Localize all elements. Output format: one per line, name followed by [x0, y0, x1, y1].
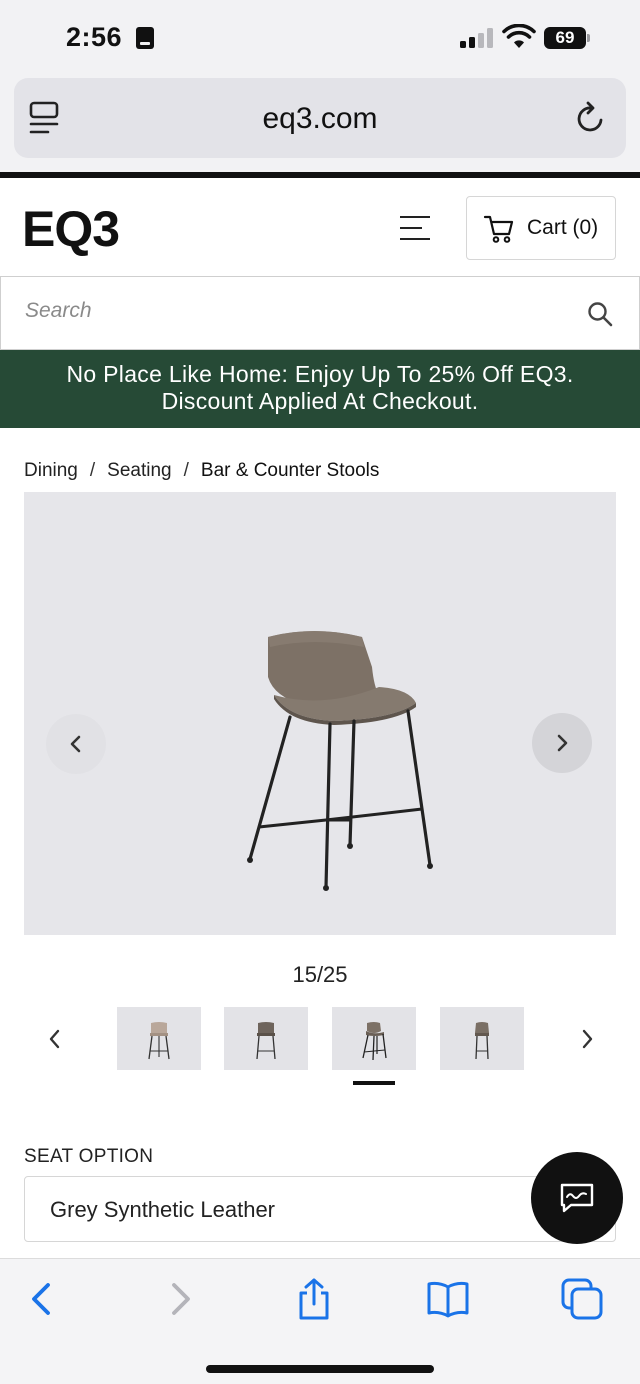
- cart-label: Cart (0): [527, 216, 599, 239]
- forward-icon[interactable]: [158, 1277, 202, 1321]
- book-icon: [136, 27, 154, 49]
- breadcrumb-item-dining[interactable]: Dining: [24, 460, 78, 482]
- search-input[interactable]: Search: [25, 299, 92, 323]
- breadcrumb-item-seating[interactable]: Seating: [107, 460, 171, 482]
- chat-icon: [560, 1183, 594, 1213]
- reload-icon[interactable]: [574, 100, 608, 136]
- bookmarks-icon[interactable]: [426, 1277, 470, 1321]
- breadcrumb-item-current[interactable]: Bar & Counter Stools: [201, 460, 379, 482]
- seat-option-label: SEAT OPTION: [24, 1146, 154, 1167]
- cart-icon: [483, 215, 514, 243]
- promo-banner[interactable]: No Place Like Home: Enjoy Up To 25% Off …: [0, 350, 640, 428]
- chat-button[interactable]: [531, 1152, 623, 1244]
- product-image-main[interactable]: [24, 492, 616, 935]
- back-icon[interactable]: [20, 1277, 64, 1321]
- status-bar: 2:56 69: [0, 0, 640, 76]
- image-next-button[interactable]: [532, 713, 592, 773]
- browser-address-area: eq3.com: [0, 76, 640, 172]
- seat-option-value: Grey Synthetic Leather: [50, 1197, 276, 1222]
- search-icon[interactable]: [587, 301, 613, 327]
- site-header: EQ3 Cart (0): [0, 178, 640, 276]
- search-field[interactable]: Search: [0, 276, 640, 350]
- image-prev-button[interactable]: [46, 714, 106, 774]
- share-icon[interactable]: [292, 1277, 336, 1321]
- browser-toolbar: [0, 1258, 640, 1384]
- chevron-right-icon: [557, 734, 568, 752]
- battery-level: 69: [544, 27, 586, 49]
- thumbnail-item[interactable]: [440, 1007, 524, 1070]
- breadcrumb-separator: /: [89, 460, 96, 481]
- address-bar[interactable]: eq3.com: [14, 78, 626, 158]
- promo-line-1: No Place Like Home: Enjoy Up To 25% Off …: [66, 361, 574, 387]
- signal-icon: [460, 28, 494, 48]
- image-counter: 15/25: [292, 962, 348, 987]
- wifi-icon: [502, 24, 536, 48]
- status-time: 2:56: [66, 22, 123, 52]
- thumbnail-next-icon[interactable]: [576, 1026, 598, 1052]
- cart-button[interactable]: Cart (0): [466, 196, 616, 260]
- menu-icon[interactable]: [400, 216, 430, 240]
- product-stool-image: [247, 631, 433, 891]
- breadcrumb-separator: /: [183, 460, 189, 481]
- thumbnail-item[interactable]: [117, 1007, 201, 1070]
- thumbnail-prev-icon[interactable]: [44, 1026, 66, 1052]
- promo-line-2: Discount Applied At Checkout.: [161, 388, 479, 414]
- logo[interactable]: EQ3: [22, 200, 120, 258]
- chevron-left-icon: [70, 735, 81, 753]
- battery-icon: 69: [544, 27, 590, 49]
- tabs-icon[interactable]: [560, 1277, 604, 1321]
- thumbnail-active-indicator: [353, 1081, 395, 1085]
- home-indicator: [206, 1365, 434, 1373]
- thumbnail-item-active[interactable]: [332, 1007, 416, 1070]
- thumbnail-item[interactable]: [224, 1007, 308, 1070]
- breadcrumb: Dining / Seating / Bar & Counter Stools: [24, 460, 379, 482]
- seat-option-select[interactable]: Grey Synthetic Leather: [24, 1176, 616, 1242]
- address-url[interactable]: eq3.com: [14, 102, 626, 136]
